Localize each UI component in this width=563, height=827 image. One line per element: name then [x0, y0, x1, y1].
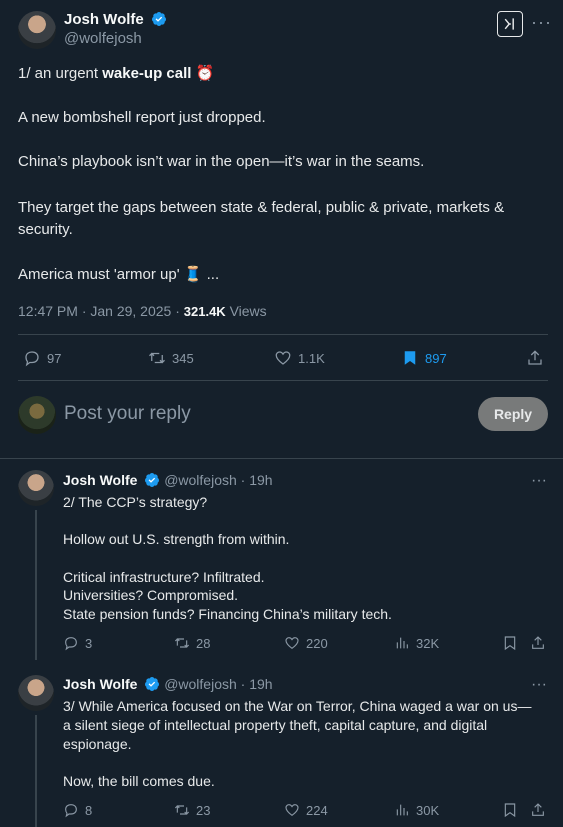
post-para-4: They target the gaps between state & fed… [18, 199, 505, 238]
verified-badge-icon [145, 473, 160, 487]
repost-icon [149, 352, 165, 364]
reply-text-line: 3/ While America focused on the War on T… [63, 698, 532, 714]
reply-text-line: a silent siege of intellectual property … [63, 717, 488, 733]
reply-action[interactable]: 97 [23, 349, 61, 367]
reply-icon [65, 637, 77, 651]
reply-icon [65, 804, 77, 818]
reply-time[interactable]: · 19h [241, 676, 273, 692]
divider [18, 334, 548, 335]
share-icon [528, 350, 542, 365]
reply-input[interactable]: Post your reply [64, 403, 191, 425]
reply-text-line: Universities? Compromised. [63, 587, 239, 603]
repost-action[interactable]: 345 [148, 349, 194, 367]
author-info: Josh Wolfe @wolfejosh [64, 11, 167, 47]
like-icon [285, 637, 299, 650]
like-action[interactable]: 1.1K [274, 349, 325, 367]
post-para-2: A new bombshell report just dropped. [18, 109, 266, 126]
repost-icon [174, 805, 190, 815]
thread-connector [35, 510, 37, 660]
reply-author-name[interactable]: Josh Wolfe [63, 472, 137, 488]
thread-emoji: 🧵 [183, 266, 203, 283]
more-icon[interactable]: ··· [531, 676, 547, 694]
author-avatar[interactable] [18, 11, 56, 49]
reply-author-name[interactable]: Josh Wolfe [63, 676, 137, 692]
bookmark-icon [504, 636, 516, 651]
bookmark-action[interactable] [502, 802, 518, 818]
post-para-3: China’s playbook isn’t war in the open—i… [18, 153, 425, 170]
like-action[interactable]: 220 [284, 635, 328, 651]
reply-button[interactable]: Reply [478, 397, 548, 431]
divider [0, 458, 563, 459]
bookmark-action[interactable] [502, 635, 518, 651]
post-timestamp[interactable]: 12:47 PM · Jan 29, 2025 · [18, 303, 184, 319]
author-handle[interactable]: @wolfejosh [64, 30, 167, 47]
post-meta: 12:47 PM · Jan 29, 2025 · 321.4K Views [18, 303, 267, 319]
share-action[interactable] [530, 635, 546, 651]
share-action[interactable] [526, 349, 544, 367]
post-para-5: America must 'armor up' 🧵 ... [18, 266, 220, 283]
reply-icon [25, 351, 39, 367]
reply-text-line: Now, the bill comes due. [63, 773, 215, 789]
alarm-emoji: ⏰ [195, 65, 215, 82]
reply-author-handle[interactable]: @wolfejosh [164, 676, 237, 692]
share-icon [532, 636, 544, 649]
views-action[interactable]: 32K [394, 635, 439, 651]
reply-author-handle[interactable]: @wolfejosh [164, 472, 237, 488]
thread-connector [35, 715, 37, 827]
reply-text-line: Hollow out U.S. strength from within. [63, 531, 290, 547]
divider [18, 380, 548, 381]
grok-icon[interactable] [497, 11, 523, 37]
like-icon [275, 351, 291, 365]
current-user-avatar[interactable] [18, 396, 56, 434]
bookmark-action[interactable]: 897 [401, 349, 447, 367]
author-name[interactable]: Josh Wolfe [64, 11, 144, 28]
more-icon[interactable]: ··· [531, 12, 552, 33]
repost-action[interactable]: 28 [174, 635, 210, 651]
verified-badge-icon [152, 12, 167, 26]
views-icon [396, 804, 408, 816]
like-action[interactable]: 224 [284, 802, 328, 818]
views-count: 321.4K [183, 304, 226, 319]
post-line-1: 1/ an urgent wake-up call ⏰ [18, 65, 215, 82]
share-action[interactable] [530, 802, 546, 818]
reply-author-avatar[interactable] [18, 470, 54, 506]
like-icon [285, 804, 299, 817]
reply-author-avatar[interactable] [18, 675, 54, 711]
views-action[interactable]: 30K [394, 802, 439, 818]
reply-text-line: Critical infrastructure? Infiltrated. [63, 569, 265, 585]
bookmark-icon [504, 803, 516, 818]
reply-time[interactable]: · 19h [241, 472, 273, 488]
share-icon [532, 803, 544, 816]
reply-header: Josh Wolfe @wolfejosh · 19h [63, 676, 273, 692]
reply-action[interactable]: 3 [63, 635, 92, 651]
repost-action[interactable]: 23 [174, 802, 210, 818]
more-icon[interactable]: ··· [531, 472, 547, 490]
reply-text-line: State pension funds? Financing China’s m… [63, 606, 392, 622]
reply-text-line: espionage. [63, 736, 132, 752]
reply-text-line: 2/ The CCP’s strategy? [63, 494, 208, 510]
repost-icon [174, 638, 190, 648]
verified-badge-icon [145, 677, 160, 691]
reply-header: Josh Wolfe @wolfejosh · 19h [63, 472, 273, 488]
views-icon [396, 637, 408, 649]
bookmark-icon [404, 351, 416, 365]
reply-action[interactable]: 8 [63, 802, 92, 818]
